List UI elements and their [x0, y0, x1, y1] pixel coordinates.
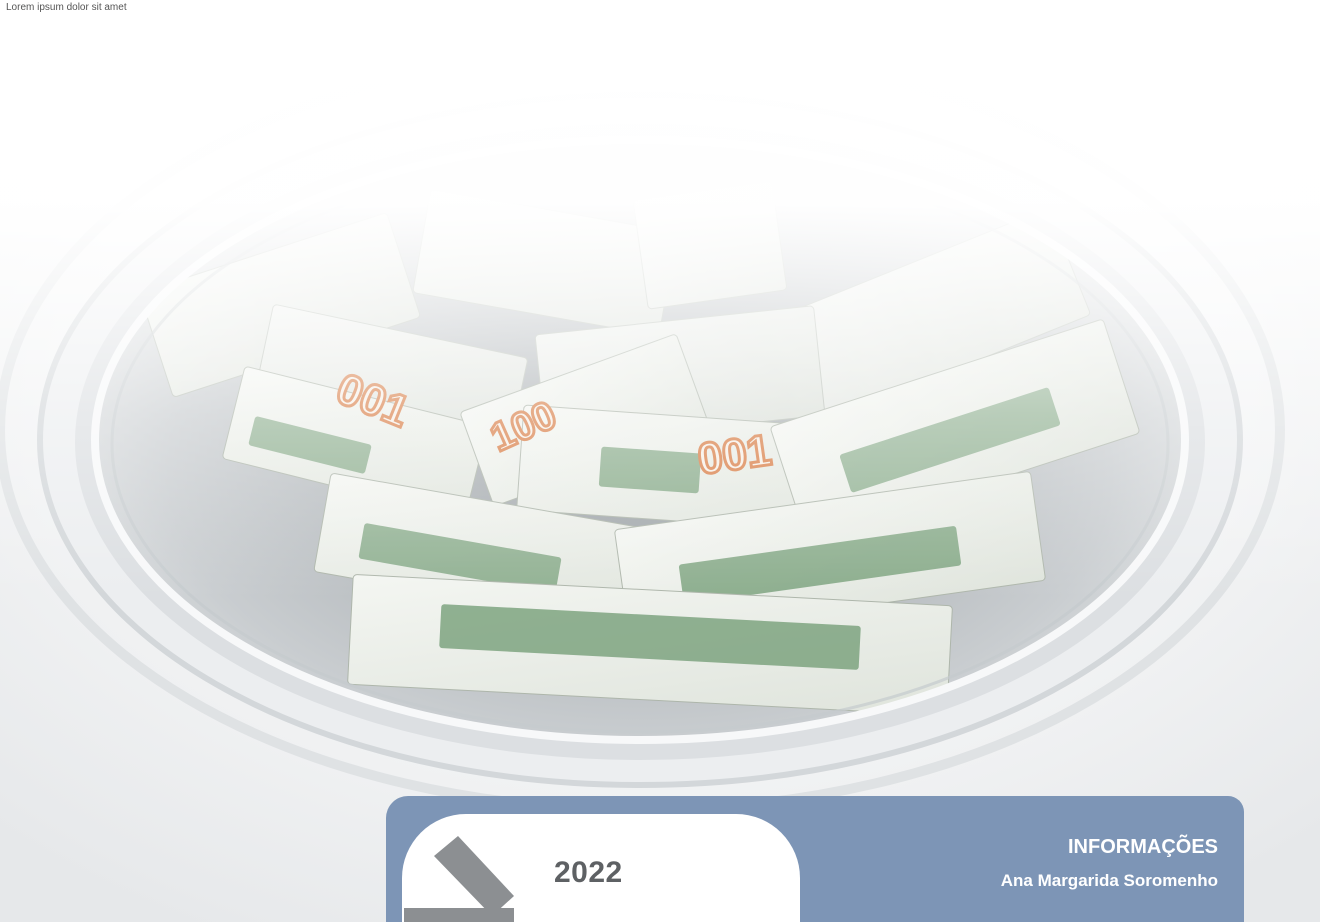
- arrow-mark-icon: [404, 836, 514, 922]
- author-name: Ana Margarida Soromenho: [1000, 871, 1218, 890]
- publication-year: 2022: [554, 856, 623, 889]
- header-credit: Lorem ipsum dolor sit amet: [6, 2, 127, 13]
- info-heading: INFORMAÇÕES: [1068, 836, 1218, 858]
- cover-photo: 001 100 001: [0, 0, 1320, 922]
- cover-page: 001 100 001 Lorem ipsum dolor sit amet 2…: [0, 0, 1320, 922]
